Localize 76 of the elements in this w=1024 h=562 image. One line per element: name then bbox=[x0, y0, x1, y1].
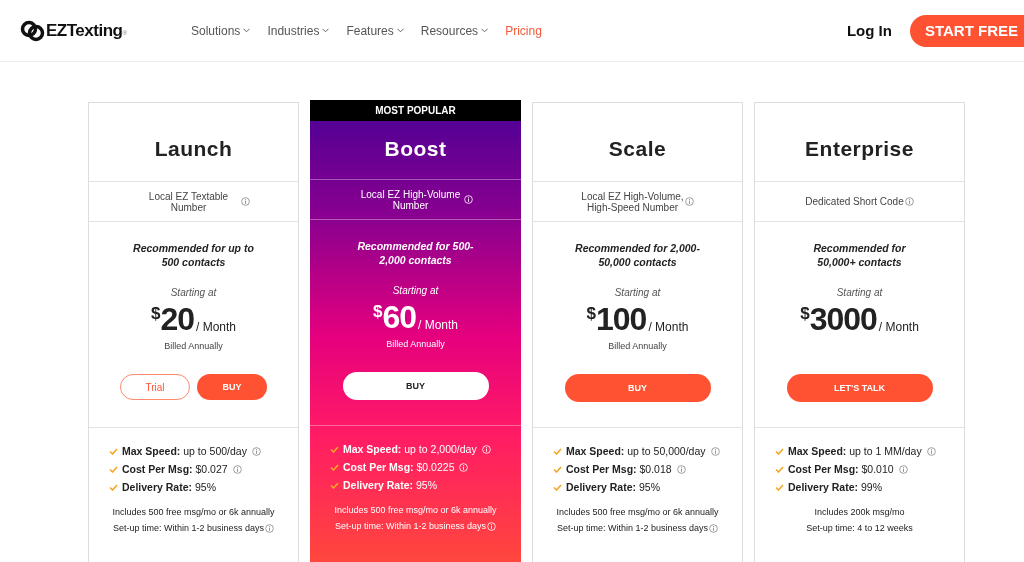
feature-text: Cost Per Msg: $0.010 bbox=[788, 462, 894, 477]
most-popular-banner: MOST POPULAR bbox=[310, 100, 521, 121]
currency-sign: $ bbox=[586, 304, 596, 323]
starting-at: Starting at bbox=[392, 285, 439, 296]
check-icon bbox=[775, 447, 784, 455]
check-icon bbox=[553, 465, 562, 473]
plan-note: Set-up time: Within 1-2 business days bbox=[112, 522, 265, 535]
feature-text: Delivery Rate: 99% bbox=[788, 480, 882, 495]
nav-link[interactable]: Industries bbox=[267, 23, 330, 38]
price-period: / Month bbox=[196, 320, 237, 334]
plan-note: Includes 500 free msg/mo or 6k annually bbox=[556, 506, 719, 519]
price-amount: 60 bbox=[382, 299, 416, 335]
feature-text: Delivery Rate: 95% bbox=[566, 480, 660, 495]
price-amount: 3000 bbox=[809, 301, 877, 337]
plan-title: Launch bbox=[89, 103, 298, 182]
login-link[interactable]: Log In bbox=[846, 22, 892, 39]
check-icon bbox=[330, 481, 339, 489]
feature-text: Max Speed: up to 500/day bbox=[122, 444, 247, 459]
recommendation: Recommended for up to 500 contacts bbox=[132, 241, 255, 269]
recommendation: Recommended for 2,000-50,000 contacts bbox=[574, 241, 701, 269]
price-amount: 100 bbox=[596, 301, 647, 337]
feature-text: Max Speed: up to 2,000/day bbox=[343, 442, 477, 457]
nav-link[interactable]: Features bbox=[346, 23, 404, 38]
buy-button[interactable]: BUY bbox=[342, 372, 489, 400]
number-type: Dedicated Short Code bbox=[805, 196, 904, 207]
info-icon bbox=[685, 197, 694, 206]
feature-text: Cost Per Msg: $0.027 bbox=[122, 462, 228, 477]
plan-note: Set-up time: Within 1-2 business days bbox=[556, 522, 709, 535]
currency-sign: $ bbox=[150, 304, 161, 323]
currency-sign: $ bbox=[800, 304, 810, 323]
plan-title: Boost bbox=[310, 121, 521, 180]
recommendation: Recommended for 500-2,000 contacts bbox=[356, 239, 475, 267]
plan-title: Scale bbox=[533, 103, 742, 182]
check-icon bbox=[109, 447, 118, 455]
plan-note: Set-up time: Within 1-2 business days bbox=[334, 520, 487, 533]
check-icon bbox=[553, 483, 562, 491]
plan-note: Includes 500 free msg/mo or 6k annually bbox=[334, 504, 497, 517]
billing-note: Billed Annually bbox=[608, 341, 667, 353]
plan-note: Includes 500 free msg/mo or 6k annually bbox=[112, 506, 275, 519]
price-period: / Month bbox=[878, 320, 919, 334]
billing-note: Billed Annually bbox=[386, 339, 445, 351]
price-period: / Month bbox=[418, 318, 459, 332]
plan-note: Includes 200k msg/mo bbox=[814, 506, 905, 519]
info-icon bbox=[464, 195, 473, 204]
nav-link[interactable]: Resources bbox=[420, 23, 489, 38]
number-type: Local EZ Textable Number bbox=[147, 190, 230, 213]
number-type: Local EZ High-Volume, High-Speed Number bbox=[581, 190, 684, 213]
feature-text: Max Speed: up to 50,000/day bbox=[566, 444, 706, 459]
logo-text: EZTexting bbox=[46, 20, 123, 41]
starting-at: Starting at bbox=[836, 287, 883, 298]
check-icon bbox=[109, 483, 118, 491]
feature-text: Cost Per Msg: $0.0225 bbox=[343, 460, 455, 475]
starting-at: Starting at bbox=[170, 287, 217, 298]
feature-text: Max Speed: up to 1 MM/day bbox=[788, 444, 922, 459]
check-icon bbox=[553, 447, 562, 455]
info-icon bbox=[904, 197, 914, 206]
nav-link[interactable]: Solutions bbox=[191, 23, 251, 38]
recommendation: Recommended for 50,000+ contacts bbox=[812, 241, 907, 269]
currency-sign: $ bbox=[372, 302, 383, 321]
check-icon bbox=[330, 445, 339, 453]
feature-text: Delivery Rate: 95% bbox=[343, 478, 437, 493]
logo-icon bbox=[20, 19, 46, 42]
plan-note: Set-up time: 4 to 12 weeks bbox=[806, 522, 913, 535]
check-icon bbox=[330, 463, 339, 471]
price-period: / Month bbox=[648, 320, 689, 334]
info-icon bbox=[241, 197, 250, 206]
feature-text: Delivery Rate: 95% bbox=[122, 480, 216, 495]
price-amount: 20 bbox=[160, 301, 194, 337]
check-icon bbox=[775, 465, 784, 473]
check-icon bbox=[775, 483, 784, 491]
check-icon bbox=[109, 465, 118, 473]
starting-at: Starting at bbox=[614, 287, 661, 298]
number-type: Local EZ High-Volume Number bbox=[359, 188, 462, 211]
plan-title: Enterprise bbox=[755, 103, 964, 182]
feature-text: Cost Per Msg: $0.018 bbox=[566, 462, 672, 477]
billing-note: Billed Annually bbox=[164, 341, 223, 353]
